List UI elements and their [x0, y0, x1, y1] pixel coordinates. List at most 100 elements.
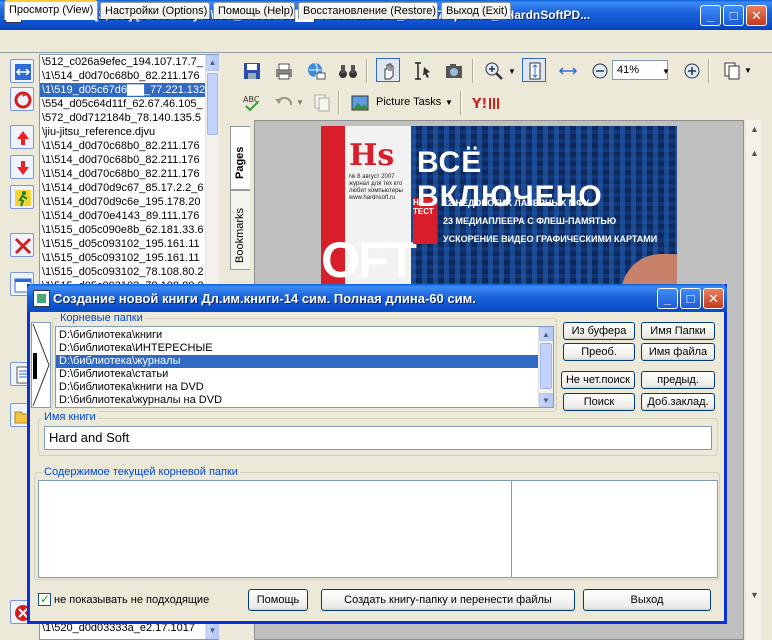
print-icon[interactable] [272, 59, 296, 83]
search-button[interactable]: Поиск [563, 393, 635, 411]
root-folders-list[interactable]: D:\библиотека\книги D:\библиотека\ИНТЕРЕС… [55, 326, 554, 408]
save-icon[interactable] [240, 59, 264, 83]
contents-right-pane[interactable] [511, 480, 718, 578]
pages-menu-icon[interactable] [720, 59, 744, 83]
picture-tasks-icon[interactable] [348, 91, 372, 115]
list-item[interactable]: \572_d0d712184b_78.140.135.5 [40, 111, 218, 125]
hide-unsuitable-checkbox[interactable] [38, 592, 51, 606]
file-name-button[interactable]: Имя файла [641, 343, 715, 361]
binoculars-icon[interactable] [336, 59, 360, 83]
undo-arrow-icon[interactable]: ▼ [296, 98, 304, 107]
list-item[interactable]: \jiu-jitsu_reference.djvu [40, 125, 218, 139]
root-folder-item[interactable]: D:\библиотека\журналы [56, 355, 538, 368]
tab-options[interactable]: Настройки (Options) [100, 2, 210, 19]
zoom-dropdown-arrow-icon[interactable]: ▼ [508, 67, 516, 76]
list-item[interactable]: \1\514_d0d70c68b0_82.211.176 [40, 167, 218, 181]
tab-restore[interactable]: Восстановление (Restore) [298, 2, 438, 19]
fit-width-icon[interactable] [556, 59, 580, 83]
hide-unsuitable-label: не показывать не подходящие [54, 594, 210, 606]
list-item[interactable]: \1\514_d0d70c68b0_82.211.176 [40, 139, 218, 153]
cover-issue: № 8 август 2007 журнал для тех кто любит… [349, 174, 403, 201]
folder-name-button[interactable]: Имя Папки [641, 322, 715, 340]
list-item[interactable]: \512_c026a9efec_194.107.17.7_ [40, 55, 218, 69]
picture-tasks-arrow-icon[interactable]: ▼ [445, 98, 453, 107]
tab-pages[interactable]: Pages [230, 126, 250, 190]
tab-view[interactable]: Просмотр (View) [4, 0, 98, 20]
zoom-input[interactable]: 41% [612, 60, 668, 80]
dialog-icon [33, 290, 50, 307]
dialog-title: Создание новой книги Дл.им.книги-14 сим.… [53, 291, 476, 306]
create-book-button[interactable]: Создать книгу-папку и перенести файлы [321, 589, 575, 611]
zoom-select-arrow-icon[interactable]: ▼ [662, 67, 670, 76]
root-folders-label: Корневые папки [58, 312, 145, 324]
dialog-close-button[interactable]: ✕ [703, 288, 724, 309]
list-item[interactable]: \1\519_d05c67d6▇▇_77.221.132 [40, 83, 218, 97]
sync-icon[interactable] [10, 59, 34, 83]
magazine-cover: Hs № 8 август 2007 журнал для тех кто лю… [321, 126, 677, 296]
tab-exit[interactable]: Выход (Exit) [441, 2, 511, 19]
dialog-exit-button[interactable]: Выход [583, 589, 711, 611]
undo-icon[interactable] [272, 91, 296, 115]
minimize-button[interactable]: _ [700, 5, 721, 26]
list-item[interactable]: \1\515_d05c090e8b_62.181.33.6 [40, 223, 218, 237]
contents-label: Содержимое текущей корневой папки [42, 466, 240, 478]
list-item[interactable]: \1\514_d0d70d9c67_85.17.2.2_6 [40, 181, 218, 195]
list-item[interactable]: \1\515_d05c093102_195.161.11 [40, 237, 218, 251]
cover-logo: Hs [349, 138, 395, 173]
add-bookmark-button[interactable]: Доб.заклад. [641, 393, 715, 411]
cover-soft: OFT [321, 232, 417, 288]
dialog-title-bar[interactable]: Создание новой книги Дл.им.книги-14 сим.… [27, 284, 727, 312]
root-folder-item[interactable]: D:\библиотека\журналы на DVD [56, 394, 538, 407]
root-folder-item[interactable]: D:\библиотека\книги на DVD [56, 381, 538, 394]
previous-button[interactable]: предыд. [641, 371, 715, 389]
viewer-scrollbar[interactable]: ▲ ▲ ▼ [745, 120, 761, 640]
text-select-icon[interactable] [410, 59, 434, 83]
close-button[interactable]: ✕ [746, 5, 767, 26]
book-name-label: Имя книги [42, 411, 98, 423]
delete-icon[interactable] [10, 233, 34, 257]
tab-help[interactable]: Помощь (Help) [213, 2, 295, 19]
copy-icon[interactable] [310, 91, 334, 115]
svg-text:Y!: Y! [472, 97, 487, 112]
arrow-down-icon[interactable] [10, 155, 34, 179]
maximize-button[interactable]: □ [723, 5, 744, 26]
pages-menu-arrow-icon[interactable]: ▼ [744, 66, 752, 75]
spellcheck-icon[interactable]: ABC [240, 91, 264, 115]
yahoo-icon[interactable]: Y! [470, 91, 504, 115]
list-item[interactable]: \1\515_d05c093102_195.161.11 [40, 251, 218, 265]
root-folders-scrollbar[interactable]: ▲ ▼ [538, 327, 553, 407]
hand-tool-icon[interactable] [376, 58, 400, 82]
contents-left-pane[interactable] [38, 480, 512, 578]
cover-line: 12 НЕДОРОГИХ ЛАЗЕРНЫХ МФУ [443, 198, 590, 208]
cover-line: УСКОРЕНИЕ ВИДЕО ГРАФИЧЕСКИМИ КАРТАМИ [443, 234, 658, 244]
list-item[interactable]: \1\515_d05c093102_78.108.80.2 [40, 265, 218, 279]
not-even-search-button[interactable]: Не чет.поиск [561, 371, 635, 389]
list-item[interactable]: \1\514_d0d70c68b0_82.211.176 [40, 153, 218, 167]
list-item[interactable]: \1\514_d0d70e4143_89.111.176 [40, 209, 218, 223]
zoom-plus-icon[interactable] [680, 59, 704, 83]
arrow-up-icon[interactable] [10, 125, 34, 149]
list-item[interactable]: \554_d05c64d11f_62.67.46.105_ [40, 97, 218, 111]
root-folder-item[interactable]: D:\библиотека\книги [56, 329, 538, 342]
root-folder-item[interactable]: D:\библиотека\статьи [56, 368, 538, 381]
from-buffer-button[interactable]: Из буфера [563, 322, 635, 340]
help-button[interactable]: Помощь [248, 589, 308, 611]
list-item[interactable]: \1\514_d0d70c68b0_82.211.176 [40, 69, 218, 83]
refresh-icon[interactable] [10, 87, 34, 111]
run-icon[interactable] [10, 185, 34, 209]
snapshot-icon[interactable] [442, 59, 466, 83]
email-icon[interactable] [304, 59, 328, 83]
list-item[interactable]: \1\514_d0d70d9c6e_195.178.20 [40, 195, 218, 209]
expand-handle[interactable] [31, 322, 51, 408]
dialog-maximize-button[interactable]: □ [680, 288, 701, 309]
picture-tasks-button[interactable]: Picture Tasks [376, 96, 441, 108]
dialog-minimize-button[interactable]: _ [657, 288, 678, 309]
zoom-out-icon[interactable] [588, 59, 612, 83]
root-folder-item[interactable]: D:\библиотека\ИНТЕРЕСНЫЕ [56, 342, 538, 355]
book-name-input[interactable]: Hard and Soft [44, 426, 712, 450]
zoom-in-icon[interactable] [482, 59, 506, 83]
cover-line: 23 МЕДИАПЛЕЕРА С ФЛЕШ-ПАМЯТЬЮ [443, 216, 617, 226]
tab-bookmarks[interactable]: Bookmarks [230, 190, 250, 270]
convert-button[interactable]: Преоб. [563, 343, 635, 361]
fit-page-icon[interactable] [522, 58, 546, 82]
